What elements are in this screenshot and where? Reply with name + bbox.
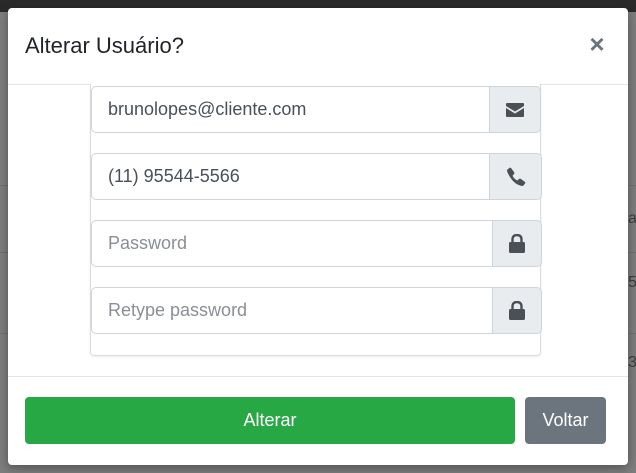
email-addon xyxy=(489,86,541,133)
phone-icon xyxy=(506,167,525,186)
alterar-button[interactable]: Alterar xyxy=(25,397,515,444)
backdrop-text-fragment: 39 xyxy=(628,354,636,371)
lock-icon xyxy=(509,233,525,253)
backdrop-text-fragment: 54 xyxy=(628,274,636,291)
envelope-icon xyxy=(506,102,524,117)
modal-title: Alterar Usuário? xyxy=(25,33,184,58)
close-button[interactable]: × xyxy=(586,30,608,58)
phone-field[interactable] xyxy=(91,153,489,200)
lock-icon xyxy=(509,300,525,320)
change-user-modal: Alterar Usuário? × brunolopes@cliente.co… xyxy=(8,8,628,465)
phone-addon xyxy=(489,153,542,200)
email-input-group xyxy=(91,86,541,133)
modal-header: Alterar Usuário? × xyxy=(8,8,628,85)
retype-password-input-group xyxy=(91,287,542,334)
user-form-panel xyxy=(90,84,542,356)
password-input-group xyxy=(91,220,542,267)
retype-password-addon xyxy=(492,287,542,334)
password-field[interactable] xyxy=(91,220,492,267)
phone-input-group xyxy=(91,153,542,200)
password-addon xyxy=(492,220,542,267)
modal-footer: Alterar Voltar xyxy=(8,376,628,465)
email-field[interactable] xyxy=(91,86,489,133)
retype-password-field[interactable] xyxy=(91,287,492,334)
backdrop-text-fragment: a xyxy=(628,210,636,227)
voltar-button[interactable]: Voltar xyxy=(525,397,606,444)
